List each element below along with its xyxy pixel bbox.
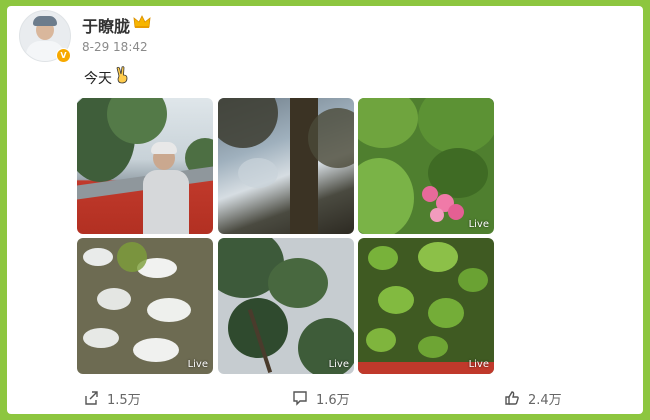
- live-badge: Live: [468, 359, 489, 370]
- post-text: 今天: [84, 71, 112, 87]
- comment-count: 1.6万: [316, 392, 350, 408]
- like-icon: [505, 391, 519, 405]
- weibo-post-card: V 于瞭胧 8-29 18:42 今天 Live Live Live Live …: [7, 6, 643, 414]
- photo-1[interactable]: [77, 98, 213, 234]
- comment-icon: [293, 391, 307, 406]
- photo-5[interactable]: Live: [218, 238, 354, 374]
- live-badge: Live: [187, 359, 208, 370]
- post-actions-bar: 1.5万 1.6万 2.4万: [7, 384, 643, 412]
- crown-icon: [133, 15, 151, 28]
- verified-badge-icon: V: [56, 48, 71, 63]
- live-badge: Live: [328, 359, 349, 370]
- comment-button[interactable]: 1.6万: [292, 388, 350, 408]
- share-button[interactable]: 1.5万: [83, 388, 141, 408]
- avatar-cap: [33, 16, 57, 26]
- share-icon: [85, 391, 98, 405]
- share-count: 1.5万: [107, 392, 141, 408]
- photo-grid: Live Live Live Live: [77, 98, 495, 374]
- like-count: 2.4万: [528, 392, 562, 408]
- photo-3[interactable]: Live: [358, 98, 494, 234]
- photo-4[interactable]: Live: [77, 238, 213, 374]
- live-badge: Live: [468, 219, 489, 230]
- photo-6[interactable]: Live: [358, 238, 494, 374]
- photo-2[interactable]: [218, 98, 354, 234]
- victory-hand-icon: [116, 66, 128, 84]
- like-button[interactable]: 2.4万: [504, 388, 562, 408]
- post-timestamp[interactable]: 8-29 18:42: [82, 40, 148, 54]
- username[interactable]: 于瞭胧: [82, 13, 130, 37]
